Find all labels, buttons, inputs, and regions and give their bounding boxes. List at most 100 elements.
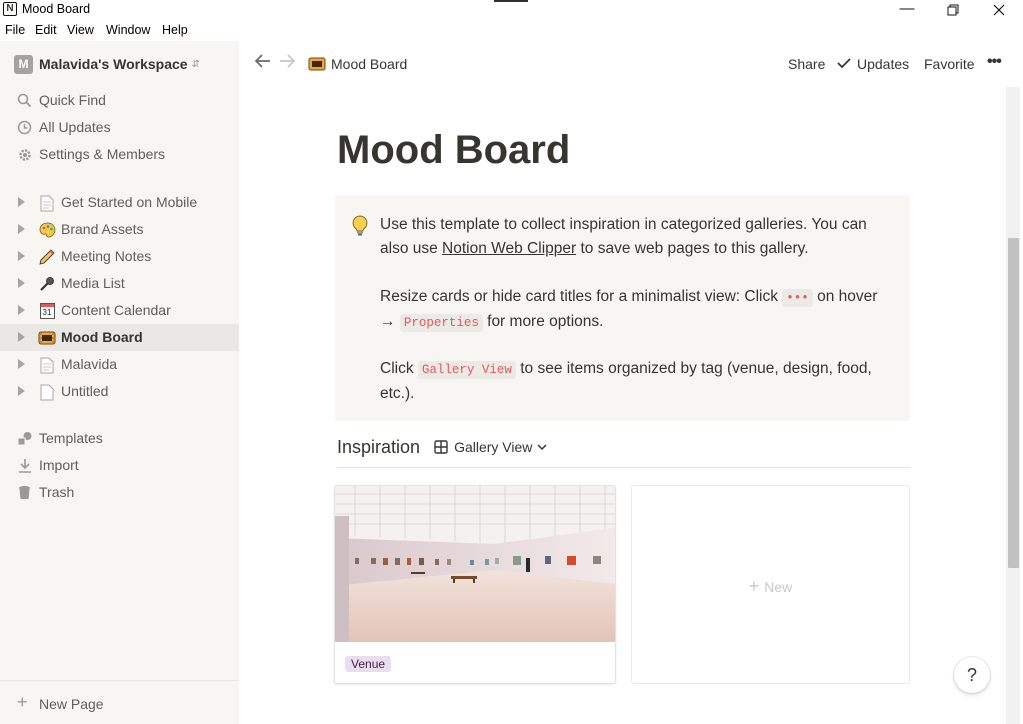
sidebar-page-get-started[interactable]: Get Started on Mobile [0,189,239,216]
database-title[interactable]: Inspiration [337,437,420,458]
database-divider [337,467,910,468]
document-icon [38,383,56,401]
sidebar-page-label: Brand Assets [61,221,144,237]
title-bar: N Mood Board — [0,0,1023,20]
sidebar-page-label: Meeting Notes [61,248,152,264]
document-icon [38,356,56,374]
sidebar-item-templates[interactable]: Templates [0,425,239,452]
new-card-label: + New [632,576,909,597]
page-topbar: Mood Board Share Updates Favorite ••• [239,41,1023,87]
workspace-avatar: M [14,54,33,74]
page-title[interactable]: Mood Board [337,128,570,173]
scrollbar-thumb[interactable] [1008,238,1019,568]
expand-triangle-icon[interactable] [18,197,25,207]
gallery-grid-icon [434,440,448,454]
close-icon[interactable] [976,0,1022,20]
gear-icon [16,146,33,163]
restore-icon[interactable] [930,0,976,20]
plus-icon: + [748,576,765,596]
share-button[interactable]: Share [788,56,825,72]
inline-code-dots: ••• [782,289,813,307]
sidebar-page-label: Mood Board [61,329,143,345]
workspace-switcher[interactable]: M Malavida's Workspace ⇵ [14,54,200,74]
menu-help[interactable]: Help [162,23,188,37]
favorite-button[interactable]: Favorite [924,56,975,72]
sidebar-item-quick-find[interactable]: Quick Find [0,87,239,114]
view-selector[interactable]: Gallery View [434,439,547,455]
expand-triangle-icon[interactable] [18,332,25,342]
sidebar-page-label: Untitled [61,383,109,399]
menu-view[interactable]: View [67,23,94,37]
card-tag: Venue [345,656,392,672]
minimize-icon[interactable]: — [884,0,930,20]
view-label: Gallery View [454,439,533,455]
expand-triangle-icon[interactable] [18,305,25,315]
expand-triangle-icon[interactable] [18,278,25,288]
lightbulb-icon [351,215,371,237]
callout-paragraph-3: Click Gallery View to see items organize… [380,357,895,406]
sidebar-item-all-updates[interactable]: All Updates [0,114,239,141]
sidebar-item-label: Trash [39,484,75,500]
expand-triangle-icon[interactable] [18,224,25,234]
breadcrumb[interactable]: Mood Board [331,56,407,72]
sidebar-page-media-list[interactable]: Media List [0,270,239,297]
callout-text: for more options. [482,313,604,330]
new-page-label: New Page [39,696,104,712]
chevron-updown-icon: ⇵ [191,58,200,70]
sidebar-page-brand-assets[interactable]: Brand Assets [0,216,239,243]
updates-button[interactable]: Updates [857,56,909,72]
search-icon [16,92,33,109]
sidebar-page-meeting-notes[interactable]: Meeting Notes [0,243,239,270]
calendar-icon: 31 [38,302,56,320]
calendar-day: 31 [42,308,52,317]
more-options-icon[interactable]: ••• [987,53,1002,71]
document-icon [38,194,56,212]
menu-bar: File Edit View Window Help [0,20,1023,41]
menu-window[interactable]: Window [106,23,150,37]
callout-paragraph-2: Resize cards or hide card titles for a m… [380,285,895,335]
inline-code-properties: Properties [399,314,483,332]
chevron-down-icon [537,444,547,451]
new-gallery-card-button[interactable]: + New [631,485,910,684]
expand-triangle-icon[interactable] [18,359,25,369]
sidebar-item-label: All Updates [39,119,111,135]
callout-block[interactable]: Use this template to collect inspiration… [335,195,910,421]
back-arrow-icon[interactable] [254,53,272,74]
film-strip-icon [38,329,56,347]
sidebar-page-malavida[interactable]: Malavida [0,351,239,378]
forward-arrow-icon[interactable] [278,53,296,74]
palette-icon [38,221,56,239]
card-cover-gallery-image [335,486,615,642]
sidebar-page-mood-board[interactable]: Mood Board [0,324,239,351]
film-strip-icon [308,57,326,76]
sidebar-item-label: Templates [39,430,103,446]
sidebar-item-import[interactable]: Import [0,452,239,479]
new-page-button[interactable]: + New Page [0,680,239,724]
sidebar-item-label: Import [39,457,79,473]
menu-edit[interactable]: Edit [35,23,57,37]
sidebar-page-label: Malavida [61,356,118,372]
gallery-card[interactable]: Venue [334,485,616,684]
sidebar-page-label: Media List [61,275,125,291]
new-card-text: New [764,579,793,595]
menu-file[interactable]: File [5,23,25,37]
sidebar-page-content-calendar[interactable]: 31 Content Calendar [0,297,239,324]
help-button[interactable]: ? [954,657,990,693]
sidebar-item-trash[interactable]: Trash [0,479,239,506]
callout-text: to save web pages to this gallery. [576,240,809,257]
sidebar-item-label: Settings & Members [39,146,166,162]
pencil-icon [38,248,56,266]
expand-triangle-icon[interactable] [18,251,25,261]
database-header: Inspiration Gallery View [337,435,547,459]
window-title: Mood Board [22,2,91,16]
sidebar-item-settings[interactable]: Settings & Members [0,141,239,168]
drag-handle[interactable] [494,0,528,2]
notion-web-clipper-link[interactable]: Notion Web Clipper [442,240,576,257]
expand-triangle-icon[interactable] [18,386,25,396]
microphone-icon [38,275,56,293]
inline-code-gallery-view: Gallery View [417,361,516,379]
shapes-icon [16,430,33,447]
plus-icon: + [17,692,28,712]
workspace-name: Malavida's Workspace [39,56,188,72]
sidebar-page-untitled[interactable]: Untitled [0,378,239,405]
